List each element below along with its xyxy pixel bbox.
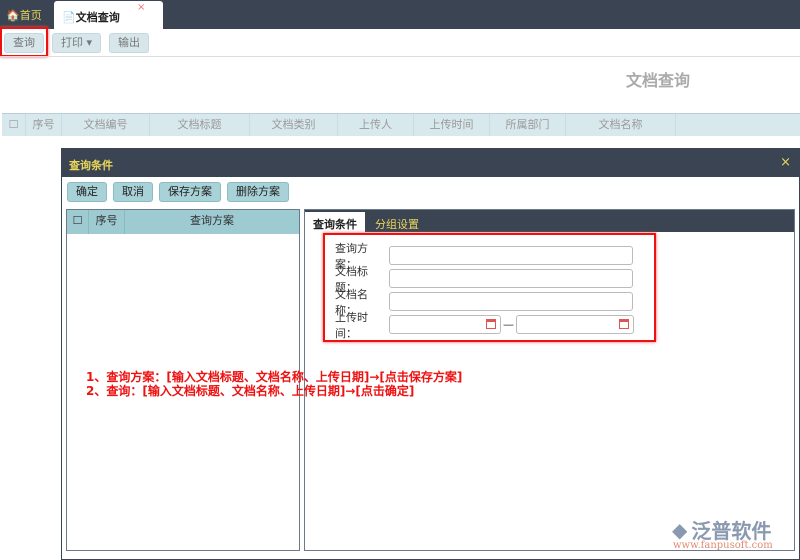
logo-icon: ◆ — [672, 517, 688, 542]
delete-scheme-button[interactable]: 删除方案 — [227, 182, 289, 202]
col-header: 查询方案 — [190, 214, 234, 227]
highlight-box — [0, 27, 48, 57]
document-icon: 📄 — [62, 11, 76, 24]
tab-query-conditions[interactable]: 查询条件 — [305, 212, 365, 232]
print-button[interactable]: 打印 ▾ — [52, 33, 102, 53]
tab-home[interactable]: 🏠首页 — [6, 7, 42, 23]
logo-url: www.fanpusoft.com — [673, 540, 773, 551]
col-header[interactable]: 文档类别 — [250, 114, 338, 136]
query-dialog: 查询条件 × 确定 取消 保存方案 删除方案 ☐ 序号 查询方案 查询条件 分组… — [61, 148, 800, 560]
page-title: 文档查询 — [626, 71, 691, 90]
close-icon[interactable]: × — [780, 155, 791, 170]
col-header[interactable]: 文档编号 — [62, 114, 150, 136]
col-header[interactable]: 序号 — [26, 114, 62, 136]
select-all-checkbox[interactable]: ☐ — [67, 210, 89, 234]
col-header: 序号 — [89, 210, 125, 234]
dialog-title: 查询条件 — [62, 149, 799, 177]
col-header[interactable]: 上传时间 — [414, 114, 490, 136]
highlight-box — [323, 233, 656, 342]
col-header[interactable]: 文档标题 — [150, 114, 250, 136]
tab-group-settings[interactable]: 分组设置 — [375, 216, 419, 232]
grid-header: ☐ 序号 文档编号 文档标题 文档类别 上传人 上传时间 所属部门 文档名称 — [2, 113, 800, 136]
close-tab-icon[interactable]: × — [137, 2, 145, 13]
export-button[interactable]: 输出 — [109, 33, 150, 53]
select-all-checkbox[interactable]: ☐ — [2, 114, 26, 136]
instruction-note: 1、查询方案：[输入文档标题、文档名称、上传日期]→[点击保存方案] 2、查询：… — [86, 370, 463, 398]
save-scheme-button[interactable]: 保存方案 — [159, 182, 221, 202]
col-header[interactable]: 文档名称 — [566, 114, 676, 136]
tab-document-query[interactable]: 📄文档查询 — [54, 1, 163, 29]
tab-bar: 🏠首页 📄文档查询 × — [0, 0, 800, 29]
divider — [0, 56, 800, 57]
col-header[interactable]: 上传人 — [338, 114, 414, 136]
confirm-button[interactable]: 确定 — [67, 182, 107, 202]
col-header[interactable]: 所属部门 — [490, 114, 566, 136]
cancel-button[interactable]: 取消 — [113, 182, 153, 202]
